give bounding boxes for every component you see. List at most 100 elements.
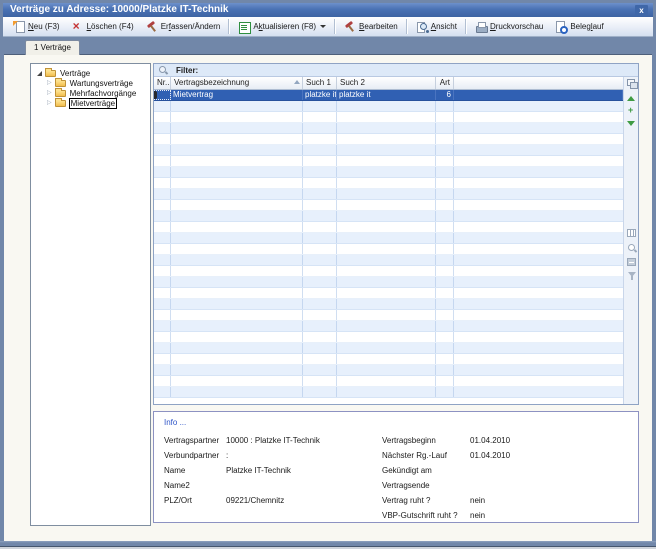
cell-filler [454, 255, 623, 265]
info-value: nein [470, 493, 485, 508]
export-icon[interactable] [627, 258, 636, 266]
column-chooser-icon[interactable] [627, 79, 637, 88]
info-label: PLZ/Ort [164, 493, 226, 508]
filter-funnel-icon[interactable] [627, 272, 637, 281]
grid-row[interactable] [154, 134, 623, 145]
cell-nr [154, 211, 171, 221]
cell-filler [454, 134, 623, 144]
grid-row[interactable] [154, 376, 623, 387]
tree-item[interactable]: Mietverträge [31, 98, 150, 108]
tree-item[interactable]: Mehrfachvorgänge [31, 88, 150, 98]
grid-row[interactable] [154, 167, 623, 178]
beleglauf-button[interactable]: Beleglauf [549, 18, 609, 35]
tree-item-root[interactable]: Verträge [31, 68, 150, 78]
grid-row[interactable] [154, 211, 623, 222]
cell-nr [154, 178, 171, 188]
add-row-icon[interactable] [628, 106, 633, 115]
cell-bezeichnung [171, 376, 303, 386]
column-header-nr[interactable]: Nr.. [154, 77, 171, 89]
grid-row[interactable] [154, 332, 623, 343]
grid-row[interactable] [154, 365, 623, 376]
bearbeiten-button[interactable]: Bearbeiten [338, 18, 404, 35]
cell-such2 [337, 365, 436, 375]
filter-magnifier-icon [158, 65, 168, 75]
tree-item[interactable]: Wartungsverträge [31, 78, 150, 88]
neu-button[interactable]: Neu (F3) [7, 18, 66, 35]
delete-x-icon [72, 21, 84, 33]
scroll-down-icon[interactable] [627, 121, 635, 126]
tab-vertraege[interactable]: 1 Verträge [25, 40, 80, 55]
aktualisieren-button[interactable]: Aktualisieren (F8) [232, 18, 332, 35]
cell-filler [454, 123, 623, 133]
grid-row[interactable] [154, 277, 623, 288]
cell-such2 [337, 156, 436, 166]
grid-row[interactable] [154, 123, 623, 134]
cell-such2 [337, 288, 436, 298]
cell-such2 [337, 255, 436, 265]
dropdown-arrow-icon[interactable] [320, 25, 326, 28]
search-icon[interactable] [627, 243, 637, 253]
grid-row[interactable] [154, 354, 623, 365]
grid-row[interactable] [154, 222, 623, 233]
column-header-art[interactable]: Art [436, 77, 454, 89]
column-header-bezeichnung[interactable]: Vertragsbezeichnung [171, 77, 303, 89]
grid-row[interactable] [154, 266, 623, 277]
cell-art [436, 101, 454, 111]
column-header-such1[interactable]: Such 1 [303, 77, 337, 89]
loeschen-button[interactable]: Löschen (F4) [66, 18, 140, 35]
grid-row[interactable] [154, 288, 623, 299]
cell-art [436, 299, 454, 309]
cell-bezeichnung [171, 310, 303, 320]
cell-nr [154, 112, 171, 122]
tree-item-label: Wartungsverträge [69, 79, 134, 88]
cell-such2 [337, 134, 436, 144]
grid-side-strip [623, 77, 638, 404]
cell-bezeichnung [171, 277, 303, 287]
grid-row[interactable] [154, 244, 623, 255]
grid-row[interactable] [154, 343, 623, 354]
cell-bezeichnung [171, 101, 303, 111]
expander-expanded-icon[interactable] [37, 71, 42, 76]
cell-such2 [337, 354, 436, 364]
info-label: Nächster Rg.-Lauf [382, 448, 470, 463]
grid-row[interactable] [154, 178, 623, 189]
page-run-icon [555, 21, 567, 33]
expander-collapsed-icon[interactable] [47, 100, 52, 106]
grid-row[interactable] [154, 145, 623, 156]
grid-row[interactable] [154, 321, 623, 332]
grid-filter-row[interactable]: Filter: [154, 64, 638, 77]
cell-such1 [303, 189, 337, 199]
cell-art [436, 233, 454, 243]
grid-row[interactable] [154, 200, 623, 211]
grid-row-selected[interactable]: Mietvertragplatzke itplatzke it6 [154, 90, 623, 101]
grid-row[interactable] [154, 189, 623, 200]
grid-row[interactable] [154, 299, 623, 310]
toolbar: Neu (F3)Löschen (F4)Erfassen/Ändern Aktua… [3, 17, 653, 37]
show-columns-icon[interactable] [627, 229, 636, 237]
cell-nr [154, 277, 171, 287]
cell-bezeichnung [171, 255, 303, 265]
grid-row[interactable] [154, 156, 623, 167]
column-header-label: Vertragsbezeichnung [174, 78, 249, 87]
ansicht-button[interactable]: Ansicht [410, 18, 463, 35]
druckvorschau-button[interactable]: Druckvorschau [469, 18, 549, 35]
cell-bezeichnung [171, 222, 303, 232]
grid-row[interactable] [154, 101, 623, 112]
grid-lower: Nr..Vertragsbezeichnung Such 1 Such 2Art M… [154, 77, 638, 404]
grid-row[interactable] [154, 255, 623, 266]
erfassen-aendern-button[interactable]: Erfassen/Ändern [140, 18, 227, 35]
expander-collapsed-icon[interactable] [47, 90, 52, 96]
column-header-label: Such 1 [306, 78, 331, 87]
info-label: Gekündigt am [382, 463, 470, 478]
grid-row[interactable] [154, 233, 623, 244]
scroll-up-icon[interactable] [627, 96, 635, 101]
grid-row[interactable] [154, 387, 623, 398]
toolbar-separator [465, 19, 467, 34]
grid-row[interactable] [154, 310, 623, 321]
cell-such2 [337, 332, 436, 342]
grid-row[interactable] [154, 112, 623, 123]
column-header-such2[interactable]: Such 2 [337, 77, 436, 89]
close-button[interactable]: x [635, 5, 648, 16]
column-header-filler[interactable] [454, 77, 623, 89]
expander-collapsed-icon[interactable] [47, 80, 52, 86]
